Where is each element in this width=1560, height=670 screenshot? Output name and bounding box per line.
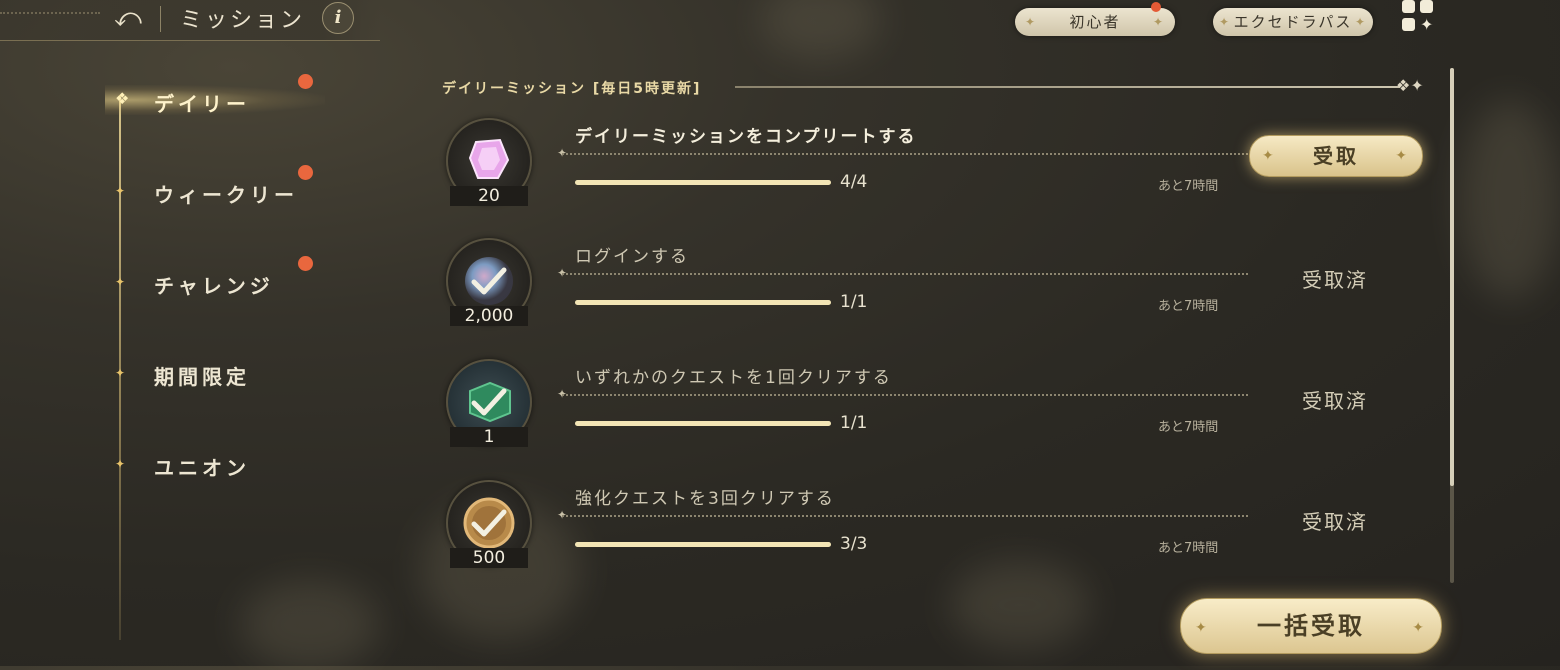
progress-text: 3/3 [840, 534, 868, 554]
header-ornament [0, 12, 100, 14]
claimed-label: 受取済 [1302, 510, 1368, 534]
weekly-badge [298, 165, 313, 180]
progress-fill [575, 180, 831, 185]
beginner-label: 初心者 [1069, 13, 1121, 31]
mission-title: デイリーミッションをコンプリートする [575, 127, 917, 147]
reward-count: 2,000 [450, 306, 528, 326]
mission-title: ログインする [575, 247, 689, 267]
mission-row: 1 いずれかのクエストを1回クリアする ✦ 1/1 あと7時間 受取済 [440, 359, 1440, 469]
time-left: あと7時間 [1158, 299, 1219, 314]
star-icon: ✦ [114, 366, 126, 380]
time-left: あと7時間 [1158, 420, 1219, 435]
page-title: ミッション [180, 8, 306, 33]
sidebar-item-challenge[interactable]: チャレンジ [154, 270, 274, 299]
progress-bar [575, 421, 831, 426]
sidebar-item-daily[interactable]: デイリー [154, 88, 250, 117]
sidebar-item-weekly[interactable]: ウィークリー [154, 179, 298, 208]
scrollbar-thumb[interactable] [1450, 68, 1454, 486]
section-divider [735, 86, 1400, 88]
beginner-button[interactable]: ✦ 初心者 ✦ [1015, 8, 1175, 36]
back-arrow-icon[interactable]: ⤺ [108, 2, 148, 34]
progress-bar [575, 542, 831, 547]
claimed-label: 受取済 [1302, 389, 1368, 413]
star-icon: ✦ [114, 184, 126, 198]
reward-count: 20 [450, 186, 528, 206]
ornament-icon: ❖✦ [1396, 76, 1424, 95]
excedra-pass-button[interactable]: ✦ エクセドラパス ✦ [1213, 8, 1373, 36]
claim-button[interactable]: ✦ 受取 ✦ [1249, 135, 1423, 177]
info-button[interactable]: i [322, 2, 354, 34]
mission-title: いずれかのクエストを1回クリアする [575, 368, 892, 388]
reward-count: 500 [450, 548, 528, 568]
dotted-divider [562, 273, 1248, 275]
progress-bar [575, 180, 831, 185]
progress-text: 4/4 [840, 172, 868, 192]
divider [160, 6, 161, 32]
sidebar-item-union[interactable]: ユニオン [154, 452, 250, 481]
grid-menu-icon[interactable]: ✦ [1400, 0, 1440, 36]
time-left: あと7時間 [1158, 179, 1219, 194]
bulk-claim-label: 一括受取 [1257, 612, 1365, 640]
progress-fill [575, 421, 831, 426]
progress-text: 1/1 [840, 292, 868, 312]
star-icon: ✦ [114, 275, 126, 289]
active-marker-icon: ❖ [115, 89, 130, 108]
dotted-divider [562, 515, 1248, 517]
section-title: デイリーミッション [毎日5時更新] [442, 81, 702, 97]
progress-bar [575, 300, 831, 305]
title-bar: ⤺ ミッション i [0, 0, 380, 41]
star-icon: ✦ [114, 457, 126, 471]
claimed-label: 受取済 [1302, 268, 1368, 292]
sidebar-item-limited[interactable]: 期間限定 [154, 361, 250, 390]
mission-title: 強化クエストを3回クリアする [575, 489, 835, 509]
mission-row: 20 デイリーミッションをコンプリートする ✦ 4/4 あと7時間 ✦ 受取 ✦ [440, 118, 1440, 228]
pass-label: エクセドラパス [1233, 13, 1353, 31]
dotted-divider [562, 394, 1248, 396]
progress-fill [575, 542, 831, 547]
dotted-divider [562, 153, 1248, 155]
progress-fill [575, 300, 831, 305]
daily-badge [298, 74, 313, 89]
mission-row: 2,000 ログインする ✦ 1/1 あと7時間 受取済 [440, 238, 1440, 348]
bulk-claim-button[interactable]: ✦ 一括受取 ✦ [1180, 598, 1442, 654]
mission-row: 500 強化クエストを3回クリアする ✦ 3/3 あと7時間 受取済 [440, 480, 1440, 590]
time-left: あと7時間 [1158, 541, 1219, 556]
challenge-badge [298, 256, 313, 271]
reward-count: 1 [450, 427, 528, 447]
claim-label: 受取 [1313, 144, 1359, 168]
beginner-badge [1151, 2, 1161, 12]
progress-text: 1/1 [840, 413, 868, 433]
